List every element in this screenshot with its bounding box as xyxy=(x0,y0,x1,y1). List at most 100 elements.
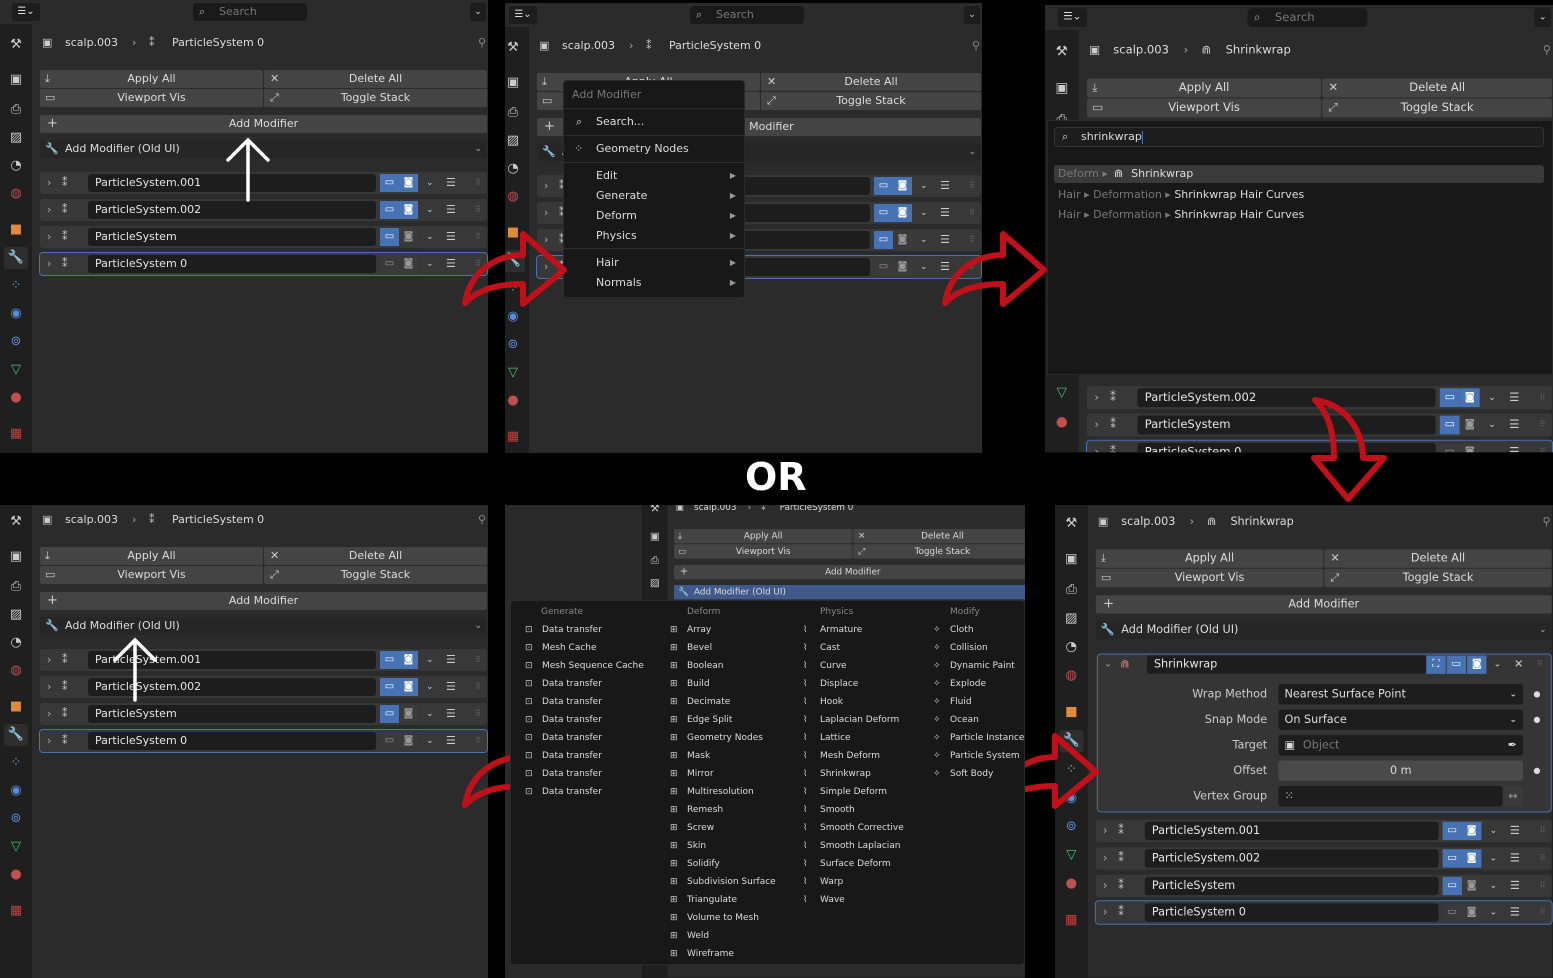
menu-item[interactable]: ⊞ Array xyxy=(670,621,711,639)
menu-item[interactable]: ✧ Fluid xyxy=(933,693,972,711)
menu-item[interactable]: ⌇ Cast xyxy=(803,639,840,657)
menu-item[interactable]: ⊡ Mesh Sequence Cache xyxy=(525,657,644,675)
laplacian-deform-icon: ⌇ xyxy=(803,715,808,725)
explode-icon: ✧ xyxy=(933,679,941,689)
menu-item-label: Cloth xyxy=(950,625,974,635)
menu-item[interactable]: ⌇ Smooth xyxy=(803,801,855,819)
menu-item[interactable]: ⌇ Smooth Corrective xyxy=(803,819,904,837)
triangulate-icon: ⊞ xyxy=(670,895,678,905)
menu-item[interactable]: ⊞ Edge Split xyxy=(670,711,732,729)
column-header: Physics xyxy=(820,607,854,617)
menu-item-label: Screw xyxy=(687,823,715,833)
menu-item[interactable]: ⌇ Laplacian Deform xyxy=(803,711,899,729)
menu-item-label: Subdivision Surface xyxy=(687,877,776,887)
menu-item[interactable]: ⌇ Lattice xyxy=(803,729,851,747)
menu-item[interactable]: ⌇ Hook xyxy=(803,693,843,711)
menu-item[interactable]: ⊡ Mesh Cache xyxy=(525,639,597,657)
menu-item-label: Boolean xyxy=(687,661,724,671)
lattice-icon: ⌇ xyxy=(803,733,808,743)
menu-item[interactable]: ⊞ Bevel xyxy=(670,639,712,657)
particle-instance-icon: ✧ xyxy=(933,733,941,743)
menu-item[interactable]: ⊞ Multiresolution xyxy=(670,783,754,801)
menu-item[interactable]: ⊞ Volume to Mesh xyxy=(670,909,759,927)
menu-item[interactable]: ⊡ Data transfer xyxy=(525,693,602,711)
menu-item[interactable]: ✧ Particle Instance xyxy=(933,729,1024,747)
menu-item-label: Fluid xyxy=(950,697,972,707)
menu-item[interactable]: ⌇ Warp xyxy=(803,873,843,891)
smooth-icon: ⌇ xyxy=(803,805,808,815)
menu-item-label: Dynamic Paint xyxy=(950,661,1015,671)
menu-item[interactable]: ✧ Dynamic Paint xyxy=(933,657,1015,675)
menu-column-generate: Generate ⊡ Data transfer ⊡ Mesh Cache ⊡ Mesh S… xyxy=(525,607,655,957)
collision-icon: ✧ xyxy=(933,643,941,653)
column-header: Generate xyxy=(541,607,584,617)
hook-icon: ⌇ xyxy=(803,697,808,707)
column-header: Deform xyxy=(687,607,721,617)
menu-item[interactable]: ⊞ Boolean xyxy=(670,657,723,675)
menu-item-label: Bevel xyxy=(687,643,713,653)
menu-item[interactable]: ✧ Particle System xyxy=(933,747,1020,765)
menu-item[interactable]: ✧ Collision xyxy=(933,639,988,657)
menu-item[interactable]: ⊞ Skin xyxy=(670,837,706,855)
boolean-icon: ⊞ xyxy=(670,661,678,671)
menu-item[interactable]: ⊞ Mirror xyxy=(670,765,714,783)
wireframe-icon: ⊞ xyxy=(670,949,678,959)
smooth-laplacian-icon: ⌇ xyxy=(803,841,808,851)
menu-item[interactable]: ⊞ Triangulate xyxy=(670,891,737,909)
data-transfer-icon: ⊡ xyxy=(525,697,533,707)
menu-item-label: Displace xyxy=(820,679,859,689)
menu-item-label: Data transfer xyxy=(542,751,602,761)
menu-item-label: Data transfer xyxy=(542,769,602,779)
menu-item[interactable]: ⌇ Surface Deform xyxy=(803,855,891,873)
menu-item-label: Hook xyxy=(820,697,843,707)
menu-item[interactable]: ⊡ Data transfer xyxy=(525,621,602,639)
menu-item[interactable]: ⊞ Build xyxy=(670,675,710,693)
menu-item[interactable]: ⊡ Data transfer xyxy=(525,765,602,783)
menu-item[interactable]: ⌇ Mesh Deform xyxy=(803,747,880,765)
menu-item[interactable]: ⌇ Smooth Laplacian xyxy=(803,837,901,855)
remesh-icon: ⊞ xyxy=(670,805,678,815)
dynamic-paint-icon: ✧ xyxy=(933,661,941,671)
menu-item[interactable]: ⌇ Shrinkwrap xyxy=(803,765,871,783)
cast-icon: ⌇ xyxy=(803,643,808,653)
array-icon: ⊞ xyxy=(670,625,678,635)
menu-item[interactable]: ✧ Explode xyxy=(933,675,986,693)
menu-item[interactable]: ⊞ Screw xyxy=(670,819,714,837)
menu-item-label: Surface Deform xyxy=(820,859,891,869)
menu-item[interactable]: ✧ Soft Body xyxy=(933,765,993,783)
menu-item[interactable]: ⊡ Data transfer xyxy=(525,783,602,801)
bevel-icon: ⊞ xyxy=(670,643,678,653)
menu-item[interactable]: ⊞ Decimate xyxy=(670,693,730,711)
menu-item[interactable]: ⊞ Weld xyxy=(670,927,709,945)
menu-item-label: Weld xyxy=(687,931,710,941)
menu-item[interactable]: ⊞ Geometry Nodes xyxy=(670,729,763,747)
smooth-corrective-icon: ⌇ xyxy=(803,823,808,833)
menu-item[interactable]: ⌇ Wave xyxy=(803,891,845,909)
menu-item[interactable]: ⊡ Data transfer xyxy=(525,729,602,747)
menu-item-label: Mesh Sequence Cache xyxy=(542,661,644,671)
add-modifier-old-menu: Generate ⊡ Data transfer ⊡ Mesh Cache ⊡ Mesh S… xyxy=(510,600,1025,965)
menu-item[interactable]: ✧ Ocean xyxy=(933,711,979,729)
menu-item[interactable]: ⊡ Data transfer xyxy=(525,711,602,729)
menu-item-label: Laplacian Deform xyxy=(820,715,900,725)
menu-item[interactable]: ⊞ Wireframe xyxy=(670,945,734,963)
menu-item[interactable]: ⊞ Solidify xyxy=(670,855,720,873)
menu-item[interactable]: ✧ Cloth xyxy=(933,621,974,639)
menu-item-label: Shrinkwrap xyxy=(820,769,871,779)
soft-body-icon: ✧ xyxy=(933,769,941,779)
menu-item[interactable]: ⊡ Data transfer xyxy=(525,675,602,693)
menu-item[interactable]: ⌇ Displace xyxy=(803,675,858,693)
menu-item[interactable]: ⌇ Curve xyxy=(803,657,847,675)
menu-item[interactable]: ⌇ Armature xyxy=(803,621,862,639)
menu-item[interactable]: ⌇ Simple Deform xyxy=(803,783,887,801)
menu-item[interactable]: ⊡ Data transfer xyxy=(525,747,602,765)
menu-item-label: Edge Split xyxy=(687,715,733,725)
mesh-sequence-cache-icon: ⊡ xyxy=(525,661,533,671)
skin-icon: ⊞ xyxy=(670,841,678,851)
menu-item[interactable]: ⊞ Remesh xyxy=(670,801,723,819)
data-transfer-icon: ⊡ xyxy=(525,679,533,689)
menu-item-label: Geometry Nodes xyxy=(687,733,763,743)
menu-item[interactable]: ⊞ Subdivision Surface xyxy=(670,873,776,891)
menu-item[interactable]: ⊞ Mask xyxy=(670,747,710,765)
menu-item-label: Collision xyxy=(950,643,988,653)
